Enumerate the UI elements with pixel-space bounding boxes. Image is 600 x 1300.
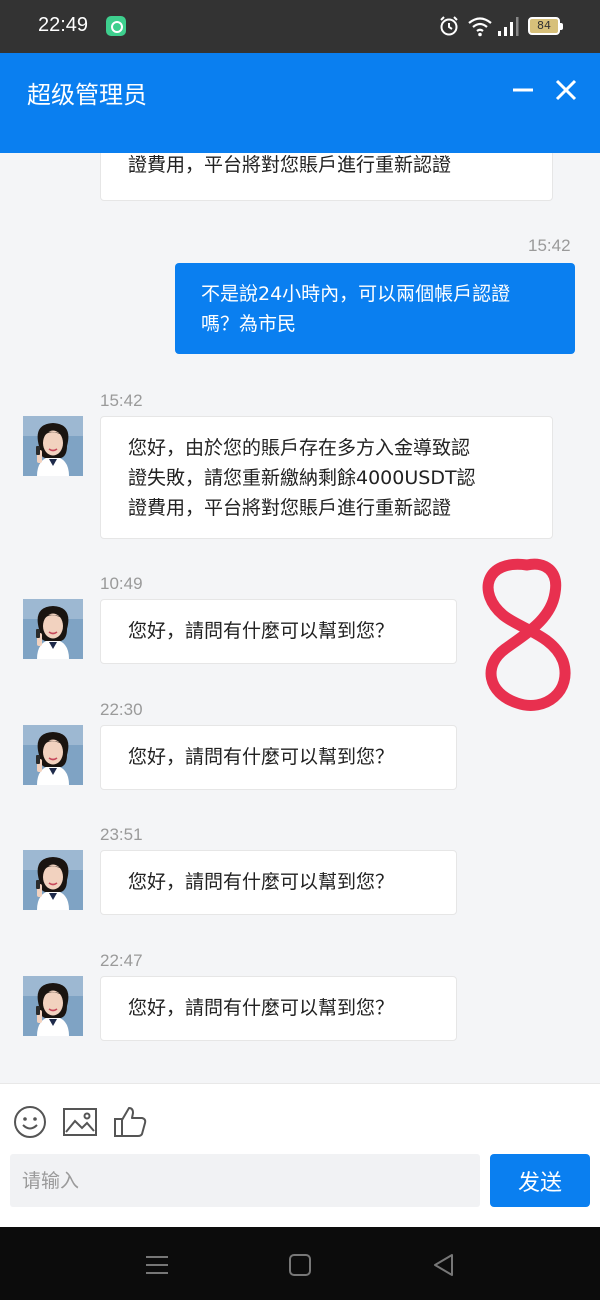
message-timestamp: 10:49 bbox=[100, 574, 143, 593]
handwritten-8-mark bbox=[482, 558, 571, 711]
message-bubble-outgoing: 不是說24小時內，可以兩個帳戶認證 嗎？為市民 bbox=[175, 263, 575, 354]
status-time: 22:49 bbox=[38, 14, 89, 36]
message-text-line: 嗎？為市民 bbox=[201, 313, 297, 335]
minimize-icon[interactable] bbox=[508, 75, 538, 105]
avatar[interactable] bbox=[23, 976, 83, 1036]
message-timestamp: 15:42 bbox=[100, 391, 143, 410]
message-bubble-incoming: 您好，由於您的賬戶存在多方入金導致認 證失敗，請您重新繳納剩餘4000USDT認… bbox=[100, 416, 553, 539]
message-timestamp: 22:30 bbox=[100, 700, 143, 719]
message-bubble-incoming: 您好，請問有什麼可以幫到您？ bbox=[100, 599, 457, 664]
message-text-line: 您好，請問有什麼可以幫到您？ bbox=[128, 871, 395, 893]
wifi-icon bbox=[468, 17, 492, 37]
battery-level: 84 bbox=[537, 19, 551, 32]
message-text-line: 不是說24小時內，可以兩個帳戶認證 bbox=[201, 283, 511, 305]
message-text-line: 您好，請問有什麼可以幫到您？ bbox=[128, 620, 395, 642]
avatar[interactable] bbox=[23, 416, 83, 476]
message-input[interactable] bbox=[10, 1154, 480, 1207]
message-text-line: 證費用，平台將對您賬戶進行重新認證 bbox=[128, 497, 452, 519]
message-timestamp: 23:51 bbox=[100, 825, 143, 844]
composer-area: 发送 bbox=[0, 1083, 600, 1227]
page-title: 超级管理员 bbox=[27, 81, 147, 109]
system-nav-bar bbox=[0, 1227, 600, 1300]
send-button[interactable]: 发送 bbox=[490, 1154, 590, 1207]
status-bar: 22:49 84 bbox=[0, 0, 600, 53]
message-text-line: 證費用，平台將對您賬戶進行重新認證 bbox=[128, 154, 452, 176]
avatar[interactable] bbox=[23, 850, 83, 910]
close-icon[interactable] bbox=[551, 75, 581, 105]
menu-icon[interactable] bbox=[143, 1251, 171, 1279]
image-icon[interactable] bbox=[62, 1104, 98, 1140]
thumbs-up-icon[interactable] bbox=[112, 1104, 148, 1140]
alarm-icon bbox=[440, 16, 458, 36]
message-timestamp: 22:47 bbox=[100, 951, 143, 970]
message-bubble-incoming: 您好，請問有什麼可以幫到您？ bbox=[100, 725, 457, 790]
message-bubble-incoming: 證費用，平台將對您賬戶進行重新認證 bbox=[100, 153, 553, 201]
avatar[interactable] bbox=[23, 725, 83, 785]
message-bubble-incoming: 您好，請問有什麼可以幫到您？ bbox=[100, 976, 457, 1041]
message-bubble-incoming: 您好，請問有什麼可以幫到您？ bbox=[100, 850, 457, 915]
message-text-line: 證失敗，請您重新繳納剩餘4000USDT認 bbox=[128, 467, 476, 489]
message-text-line: 您好，請問有什麼可以幫到您？ bbox=[128, 997, 395, 1019]
emoji-icon[interactable] bbox=[12, 1104, 48, 1140]
message-text-line: 您好，由於您的賬戶存在多方入金導致認 bbox=[128, 437, 471, 459]
battery-icon: 84 bbox=[528, 17, 563, 35]
signal-icon bbox=[498, 17, 519, 36]
avatar[interactable] bbox=[23, 599, 83, 659]
home-icon[interactable] bbox=[286, 1251, 314, 1279]
chat-header: 超级管理员 bbox=[0, 53, 600, 153]
app-notification-icon bbox=[106, 16, 126, 36]
back-icon[interactable] bbox=[430, 1251, 458, 1279]
message-text-line: 您好，請問有什麼可以幫到您？ bbox=[128, 746, 395, 768]
message-timestamp: 15:42 bbox=[528, 236, 571, 255]
